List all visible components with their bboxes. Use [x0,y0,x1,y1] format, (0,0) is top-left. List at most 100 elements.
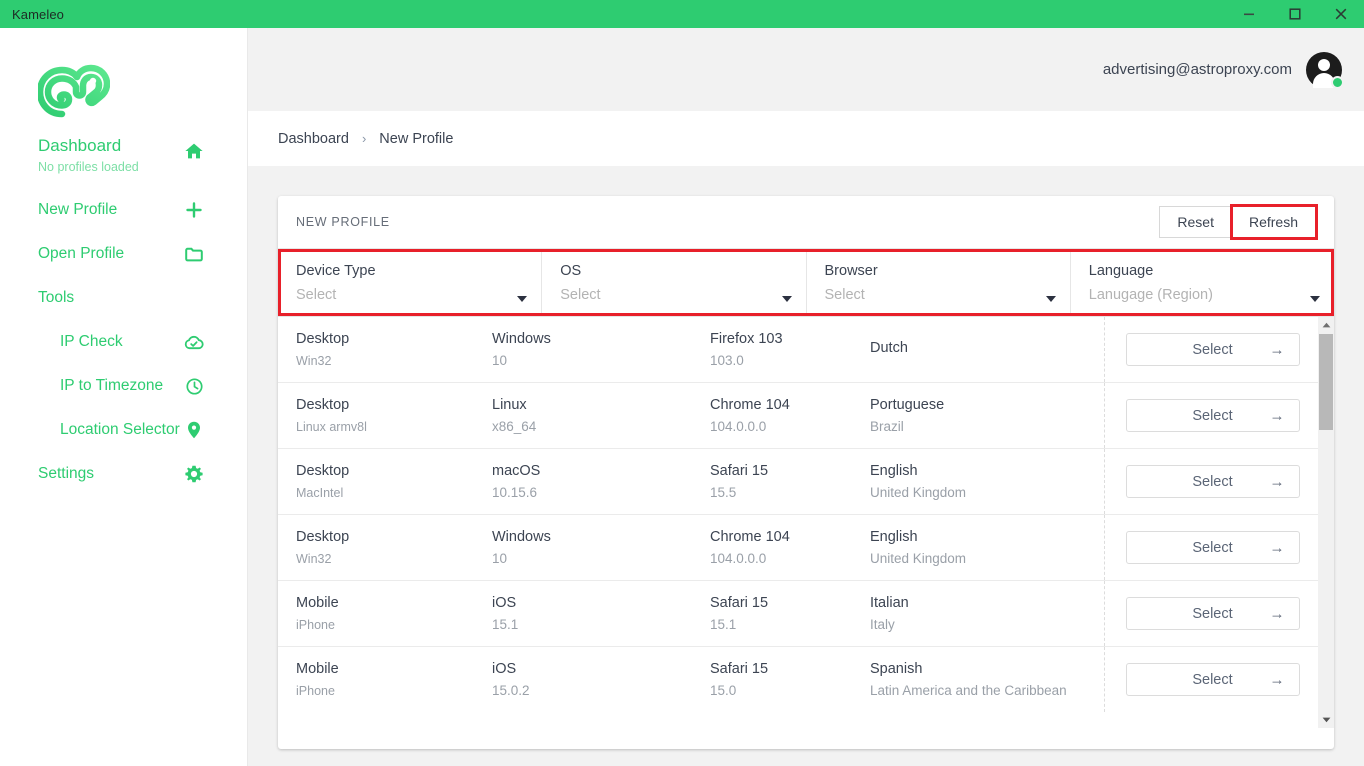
minimize-button[interactable] [1226,0,1272,28]
close-button[interactable] [1318,0,1364,28]
device-platform: iPhone [296,618,335,632]
scroll-down-arrow-icon [1322,717,1330,723]
cell-os: macOS 10.15.6 [492,449,710,514]
table-row[interactable]: Desktop MacIntel macOS 10.15.6 Safari 15… [278,449,1334,515]
select-button[interactable]: Select → [1125,597,1300,630]
table-row[interactable]: Desktop Win32 Windows 10 Firefox 103 103… [278,317,1334,383]
sidebar-item-location-selector-texts: Location Selector [60,420,183,440]
scrollbar-thumb[interactable] [1319,334,1333,430]
cell-device: Mobile iPhone [296,581,492,646]
select-button-label: Select [1192,407,1233,424]
kameleo-chameleon-logo [36,64,111,118]
table-row[interactable]: Mobile iPhone iOS 15.0.2 Safari 15 15.0 [278,647,1334,712]
select-button-label: Select [1192,473,1233,490]
os-name: macOS [492,463,541,479]
sidebar-item-settings[interactable]: Settings [0,452,225,496]
cell-action: Select → [1104,383,1320,448]
sidebar-item-dashboard-texts: Dashboard No profiles loaded [38,136,183,176]
browser-name: Firefox 103 [710,331,783,347]
sidebar-item-open-profile[interactable]: Open Profile [0,232,225,276]
reset-button[interactable]: Reset [1159,206,1232,238]
cell-action: Select → [1104,449,1320,514]
language-region: Brazil [870,419,904,434]
profiles-table: Desktop Win32 Windows 10 Firefox 103 103… [278,317,1334,728]
select-button[interactable]: Select → [1125,663,1300,696]
browser-version: 15.1 [710,617,737,632]
filter-bar: Device Type Select OS Select Browser Sel… [278,248,1334,317]
arrow-right-icon: → [1269,671,1285,688]
chevron-down-icon[interactable] [1045,296,1056,302]
application-window: Kameleo Dashboard No profiles loaded New… [0,0,1364,766]
language-name: English [870,463,918,479]
filter-label: Browser [824,263,878,279]
cell-device: Desktop MacIntel [296,449,492,514]
browser-name: Chrome 104 [710,397,790,413]
logo-container [0,28,247,134]
cell-browser: Chrome 104 104.0.0.0 [710,383,870,448]
select-button[interactable]: Select → [1125,399,1300,432]
os-version: 10.15.6 [492,485,538,500]
cell-device: Desktop Linux armv8l [296,383,492,448]
refresh-button[interactable]: Refresh [1229,204,1319,240]
chevron-down-icon[interactable] [1310,296,1320,302]
avatar[interactable] [1306,51,1344,89]
select-button[interactable]: Select → [1125,531,1300,564]
os-version: 15.0.2 [492,683,530,698]
cell-language: Portuguese Brazil [870,383,1100,448]
language-name: Portuguese [870,397,945,413]
table-scrollbar[interactable] [1318,317,1334,728]
cell-os: Linux x86_64 [492,383,710,448]
cell-device: Mobile iPhone [296,647,492,712]
cell-action: Select → [1104,317,1320,382]
filter-label: Device Type [296,263,376,279]
select-button[interactable]: Select → [1125,333,1300,366]
scroll-down-button[interactable] [1318,712,1334,728]
select-button-label: Select [1192,605,1233,622]
chevron-down-icon[interactable] [517,296,528,302]
filter-value: Select [824,287,865,303]
gear-icon [183,463,205,485]
sidebar-item-dashboard[interactable]: Dashboard No profiles loaded [0,134,225,188]
cell-language: English United Kingdom [870,515,1100,580]
sidebar-item-label: Settings [38,465,95,482]
sidebar-item-location-selector[interactable]: Location Selector [0,408,225,452]
sidebar-item-new-profile[interactable]: New Profile [0,188,225,232]
os-name: Windows [492,331,551,347]
main-area: advertising@astroproxy.com Dashboard › N… [248,28,1364,766]
sidebar-item-label: IP Check [60,333,123,350]
sidebar-group-tools[interactable]: Tools [0,276,225,320]
table-row[interactable]: Desktop Win32 Windows 10 Chrome 104 104.… [278,515,1334,581]
filter-label: Language [1088,263,1154,279]
select-button[interactable]: Select → [1125,465,1300,498]
sidebar-item-ip-check[interactable]: IP Check [0,320,225,364]
filter-value: Select [560,287,601,303]
scroll-up-button[interactable] [1318,317,1334,333]
folder-icon [183,243,205,265]
sidebar-item-label: IP to Timezone [60,377,164,394]
sidebar-item-label: Open Profile [38,245,125,262]
chevron-right-icon: › [361,131,367,146]
browser-version: 103.0 [710,353,744,368]
device-platform: iPhone [296,684,335,698]
browser-version: 15.5 [710,485,737,500]
filter-language[interactable]: Language Lanugage (Region) [1069,249,1334,316]
arrow-right-icon: → [1269,605,1285,622]
arrow-right-icon: → [1269,407,1285,424]
device-platform: Win32 [296,552,332,566]
filter-device-type[interactable]: Device Type Select [278,249,541,316]
breadcrumb-root[interactable]: Dashboard [278,131,349,147]
browser-version: 104.0.0.0 [710,419,767,434]
filter-browser[interactable]: Browser Select [805,249,1070,316]
browser-name: Chrome 104 [710,529,790,545]
filter-os[interactable]: OS Select [541,249,805,316]
os-name: Windows [492,529,551,545]
sidebar-item-ip-to-timezone[interactable]: IP to Timezone [0,364,225,408]
scroll-up-arrow-icon [1322,322,1330,328]
sidebar-item-settings-texts: Settings [38,464,183,484]
table-row[interactable]: Desktop Linux armv8l Linux x86_64 Chrome… [278,383,1334,449]
chevron-down-icon[interactable] [781,296,792,302]
cell-browser: Safari 15 15.0 [710,647,870,712]
maximize-button[interactable] [1272,0,1318,28]
device-name: Desktop [296,397,350,413]
table-row[interactable]: Mobile iPhone iOS 15.1 Safari 15 15.1 It… [278,581,1334,647]
